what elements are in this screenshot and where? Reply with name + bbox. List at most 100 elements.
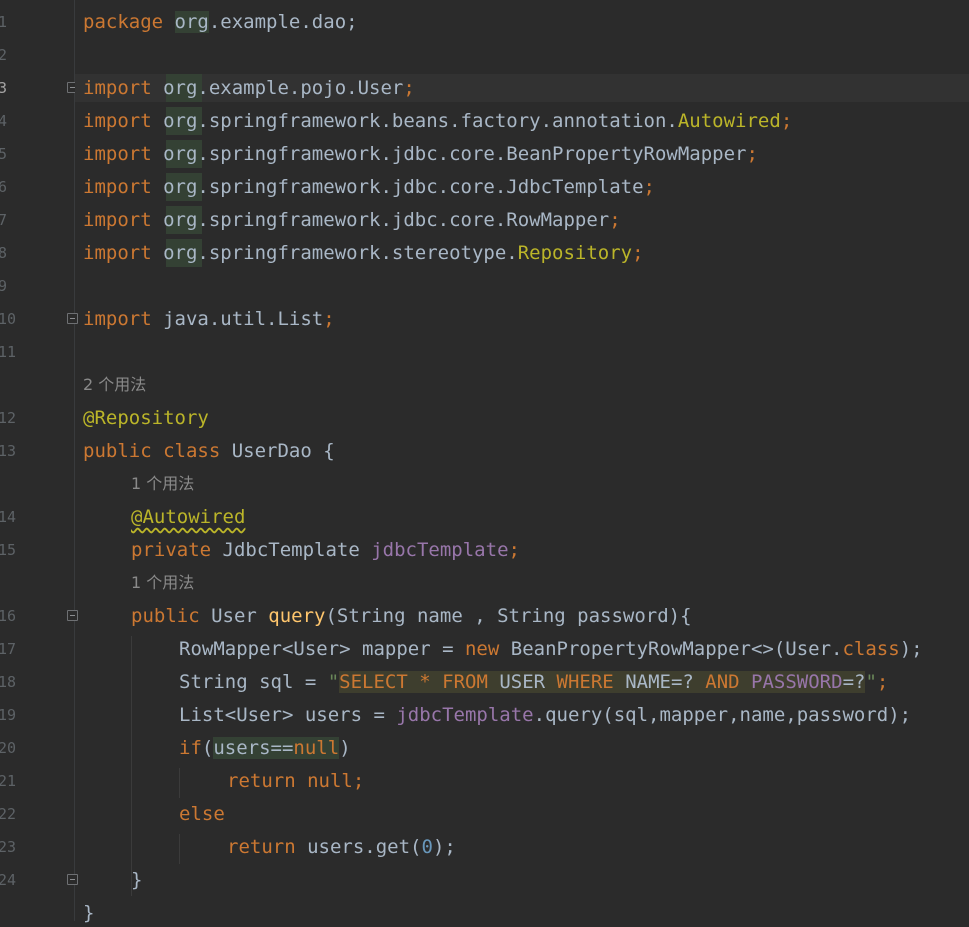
indent-guide: [131, 636, 132, 896]
code-line[interactable]: import org.springframework.stereotype.Re…: [83, 239, 644, 267]
fold-marker-icon[interactable]: [67, 313, 78, 324]
usage-hint[interactable]: 1 个用法: [131, 472, 194, 496]
line-number: 22: [0, 805, 17, 823]
package-segment: org: [174, 11, 209, 33]
indent-guide: [179, 834, 180, 864]
code-line[interactable]: @Autowired: [131, 503, 245, 531]
keyword: public: [83, 440, 152, 462]
code-text: .example.dao;: [208, 11, 358, 33]
code-text: .query(sql,mapper,name,password);: [533, 704, 912, 726]
sql-column: PASSWORD: [751, 671, 843, 693]
code-text: .springframework.jdbc.core.RowMapper: [197, 209, 610, 231]
sql-text: USER: [487, 671, 557, 693]
keyword: import: [83, 143, 152, 165]
code-line[interactable]: import org.example.pojo.User;: [83, 74, 415, 102]
keyword: if: [179, 737, 202, 759]
package-segment: org: [163, 242, 198, 264]
code-text: users.get(: [295, 836, 422, 858]
keyword: null: [293, 737, 340, 759]
keyword: private: [131, 539, 212, 561]
code-line[interactable]: package org.example.dao;: [83, 8, 358, 36]
field-name: jdbcTemplate: [396, 704, 534, 726]
code-line[interactable]: RowMapper<User> mapper = new BeanPropert…: [179, 635, 923, 663]
semicolon: ;: [352, 770, 365, 792]
keyword: null: [295, 770, 353, 792]
line-number: 20: [0, 739, 17, 757]
code-line[interactable]: if(users==null): [179, 734, 351, 762]
code-text: User: [199, 605, 269, 627]
code-line[interactable]: return users.get(0);: [227, 833, 456, 861]
semicolon: ;: [323, 308, 335, 330]
gutter-divider: [74, 0, 75, 921]
code-line[interactable]: import org.springframework.jdbc.core.Jdb…: [83, 173, 655, 201]
code-text: .springframework.beans.factory.annotatio…: [197, 110, 678, 132]
code-line[interactable]: }: [83, 899, 94, 927]
indent-guide: [179, 768, 180, 798]
code-text: RowMapper<User> mapper =: [179, 638, 465, 660]
code-line[interactable]: String sql = "SELECT * FROM USER WHERE N…: [179, 668, 888, 696]
line-number: 11: [0, 343, 17, 361]
usage-hint[interactable]: 1 个用法: [131, 571, 194, 595]
sql-text: NAME=?: [613, 671, 706, 693]
code-text: users==: [213, 737, 294, 759]
code-line[interactable]: }: [131, 866, 142, 894]
sql-keyword: FROM: [442, 671, 488, 693]
code-line[interactable]: public User query(String name , String p…: [131, 602, 692, 630]
code-text: .example.pojo.User: [197, 77, 404, 99]
number-literal: 0: [421, 836, 433, 858]
line-number: 7: [0, 211, 8, 229]
keyword: new: [464, 638, 500, 660]
keyword: import: [83, 308, 152, 330]
method-name: query: [268, 605, 326, 627]
package-segment: org: [163, 77, 198, 99]
annotation-class: Repository: [517, 242, 633, 264]
semicolon: ;: [746, 143, 758, 165]
keyword: import: [83, 77, 152, 99]
package-segment: org: [163, 176, 198, 198]
code-text: String sql =: [179, 671, 328, 693]
code-text: JdbcTemplate: [211, 539, 372, 561]
semicolon: ;: [403, 77, 415, 99]
keyword: import: [83, 176, 152, 198]
sql-keyword: AND: [705, 671, 740, 693]
line-number: 8: [0, 244, 8, 262]
line-number: 4: [0, 112, 8, 130]
package-segment: org: [163, 209, 198, 231]
fold-marker-icon[interactable]: [67, 874, 78, 885]
fold-marker-icon[interactable]: [67, 610, 78, 621]
string-quote: ": [327, 671, 340, 693]
code-line[interactable]: else: [179, 800, 225, 828]
usage-hint[interactable]: 2 个用法: [83, 373, 146, 397]
code-text: BeanPropertyRowMapper<>(User.: [499, 638, 843, 660]
semicolon: ;: [643, 176, 655, 198]
string-quote: ": [865, 671, 877, 693]
code-text: .springframework.jdbc.core.JdbcTemplate: [197, 176, 644, 198]
line-number: 17: [0, 640, 17, 658]
semicolon: ;: [780, 110, 793, 132]
code-text: (String name , String password){: [325, 605, 692, 627]
code-line[interactable]: @Repository: [83, 404, 209, 432]
line-number: 12: [0, 409, 17, 427]
keyword: import: [83, 209, 152, 231]
code-line[interactable]: import org.springframework.beans.factory…: [83, 107, 792, 135]
code-text: UserDao {: [220, 440, 335, 462]
code-line[interactable]: List<User> users = jdbcTemplate.query(sq…: [179, 701, 911, 729]
sql-text: =?: [842, 671, 866, 693]
sql-keyword: WHERE: [556, 671, 614, 693]
code-line[interactable]: private JdbcTemplate jdbcTemplate;: [131, 536, 520, 564]
code-text: .springframework.stereotype.: [197, 242, 518, 264]
code-line[interactable]: return null;: [227, 767, 364, 795]
code-line[interactable]: public class UserDao {: [83, 437, 335, 465]
code-line[interactable]: import java.util.List;: [83, 305, 335, 333]
code-line[interactable]: import org.springframework.jdbc.core.Row…: [83, 206, 621, 234]
code-editor[interactable]: 1 2 3 4 5 6 7 8 9 10 11 12 13 14 15 16 1…: [0, 0, 969, 924]
sql-keyword: SELECT: [339, 671, 408, 693]
sql-text: *: [407, 671, 443, 693]
code-line[interactable]: import org.springframework.jdbc.core.Bea…: [83, 140, 758, 168]
code-text: java.util.List: [151, 308, 324, 330]
code-text: );: [432, 836, 456, 858]
keyword: return: [227, 836, 296, 858]
keyword: import: [83, 110, 152, 132]
package-segment: org: [163, 110, 198, 132]
annotation-class: Autowired: [677, 110, 781, 132]
